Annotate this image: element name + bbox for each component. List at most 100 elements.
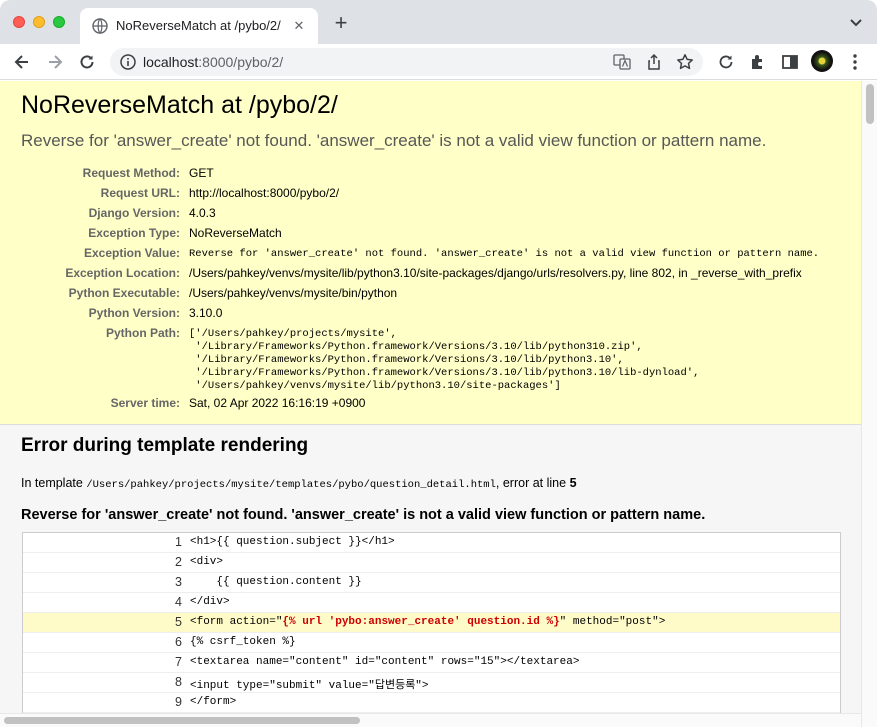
meta-row: Django Version: 4.0.3 [0,206,861,226]
meta-value: 4.0.3 [189,206,216,220]
meta-key: Request Method: [82,166,180,180]
line-number: 5 [175,615,182,629]
more-icon[interactable] [845,52,865,72]
line-number: 1 [175,535,182,549]
window-close-button[interactable] [13,16,25,28]
template-source-listing: 1 <h1>{{ question.subject }}</h1> 2 <div… [22,532,841,727]
line-number: 7 [175,655,182,669]
meta-key: Python Path: [106,326,180,340]
line-number: 4 [175,595,182,609]
line-source: <form action="{% url 'pybo:answer_create… [190,616,665,628]
globe-icon [92,18,108,34]
active-tab[interactable]: NoReverseMatch at /pybo/2/ ✕ [80,8,318,44]
address-bar[interactable]: localhost:8000/pybo/2/ [110,48,703,76]
code-line: 2 <div> [23,553,840,573]
line-source: </div> [190,596,230,608]
meta-row: Exception Location: /Users/pahkey/venvs/… [0,266,861,286]
error-token: {% url 'pybo:answer_create' question.id … [282,616,560,628]
browser-toolbar: localhost:8000/pybo/2/ [0,44,877,80]
template-error-section: Error during template rendering In templ… [0,425,861,727]
line-source: <div> [190,556,224,568]
code-line: 6 {% csrf_token %} [23,633,840,653]
window-maximize-button[interactable] [53,16,65,28]
line-source: <input type="submit" value="답변등록"> [190,680,429,692]
line-source: <h1>{{ question.subject }}</h1> [190,536,395,548]
meta-value: NoReverseMatch [189,226,282,240]
back-icon[interactable] [12,52,32,72]
error-line-number: 5 [569,476,577,490]
meta-key: Python Version: [88,306,180,320]
info-icon[interactable] [119,53,137,71]
new-tab-button[interactable]: + [330,12,352,35]
template-error-heading: Error during template rendering [21,435,309,456]
url-path: :8000/pybo/2/ [198,54,284,70]
share-icon[interactable] [645,53,663,71]
line-number: 8 [175,675,182,689]
meta-key: Request URL: [100,186,180,200]
tab-title: NoReverseMatch at /pybo/2/ [116,18,281,33]
meta-row: Server time: Sat, 02 Apr 2022 16:16:19 +… [0,396,861,416]
meta-key: Server time: [110,396,180,410]
meta-key: Exception Value: [83,246,180,260]
line-source: </form> [190,696,237,708]
code-line: 4 </div> [23,593,840,613]
line-number: 3 [175,575,182,589]
meta-value: http://localhost:8000/pybo/2/ [189,186,340,200]
meta-row: Python Executable: /Users/pahkey/venvs/m… [0,286,861,306]
meta-key: Exception Type: [88,226,180,240]
meta-key: Exception Location: [65,266,180,280]
meta-key: Django Version: [88,206,180,220]
code-line: 9 </form> [23,693,840,713]
template-error-message: Reverse for 'answer_create' not found. '… [21,507,706,523]
code-line: 3 {{ question.content }} [23,573,840,593]
code-line: 8 <input type="submit" value="답변등록"> [23,673,840,693]
error-summary: NoReverseMatch at /pybo/2/ Reverse for '… [0,81,861,425]
meta-value: Sat, 02 Apr 2022 16:16:19 +0900 [189,396,366,410]
line-source-after: " method="post"> [559,616,666,628]
tab-search-icon[interactable] [849,16,863,30]
url-text[interactable]: localhost:8000/pybo/2/ [143,54,283,70]
vertical-scroll-thumb[interactable] [866,84,874,124]
exception-message: Reverse for 'answer_create' not found. '… [21,131,767,150]
horizontal-scrollbar[interactable] [0,713,861,727]
sidepanel-icon[interactable] [780,52,800,72]
refresh-icon[interactable] [716,52,736,72]
reload-icon[interactable] [77,52,97,72]
tab-close-icon[interactable]: ✕ [290,17,308,35]
horizontal-scroll-thumb[interactable] [4,717,360,724]
extensions-icon[interactable] [748,52,768,72]
forward-icon[interactable] [45,52,65,72]
line-number: 9 [175,695,182,709]
vertical-scrollbar[interactable] [861,81,877,727]
tab-strip: NoReverseMatch at /pybo/2/ ✕ + [0,0,877,44]
meta-row: Request Method: GET [0,166,861,186]
meta-value: GET [189,166,214,180]
in-template-label: In template [21,476,83,490]
meta-row: Python Version: 3.10.0 [0,306,861,326]
error-at-line-label: , error at line [495,476,567,490]
profile-avatar[interactable] [811,50,833,72]
python-path-value: ['/Users/pahkey/projects/mysite', '/Libr… [189,328,700,392]
line-source: <textarea name="content" id="content" ro… [190,656,580,668]
translate-icon[interactable] [613,53,631,71]
code-line: 1 <h1>{{ question.subject }}</h1> [23,533,840,553]
page-title: NoReverseMatch at /pybo/2/ [21,91,338,119]
meta-key: Python Executable: [68,286,180,300]
meta-value: 3.10.0 [189,306,223,320]
meta-value: /Users/pahkey/venvs/mysite/bin/python [189,286,398,300]
code-line-error: 5 <form action="{% url 'pybo:answer_crea… [23,613,840,633]
line-source: {{ question.content }} [190,576,362,588]
line-source: {% csrf_token %} [190,636,296,648]
meta-value: /Users/pahkey/venvs/mysite/lib/python3.1… [189,266,802,280]
page-content: NoReverseMatch at /pybo/2/ Reverse for '… [0,81,877,727]
template-location: In template /Users/pahkey/projects/mysit… [21,476,577,491]
line-number: 2 [175,555,182,569]
line-number: 6 [175,635,182,649]
meta-row: Exception Value: Reverse for 'answer_cre… [0,246,861,266]
code-line: 7 <textarea name="content" id="content" … [23,653,840,673]
meta-row: Exception Type: NoReverseMatch [0,226,861,246]
template-path: /Users/pahkey/projects/mysite/templates/… [86,479,496,491]
url-host: localhost [143,54,199,70]
window-minimize-button[interactable] [33,16,45,28]
bookmark-star-icon[interactable] [676,53,694,71]
